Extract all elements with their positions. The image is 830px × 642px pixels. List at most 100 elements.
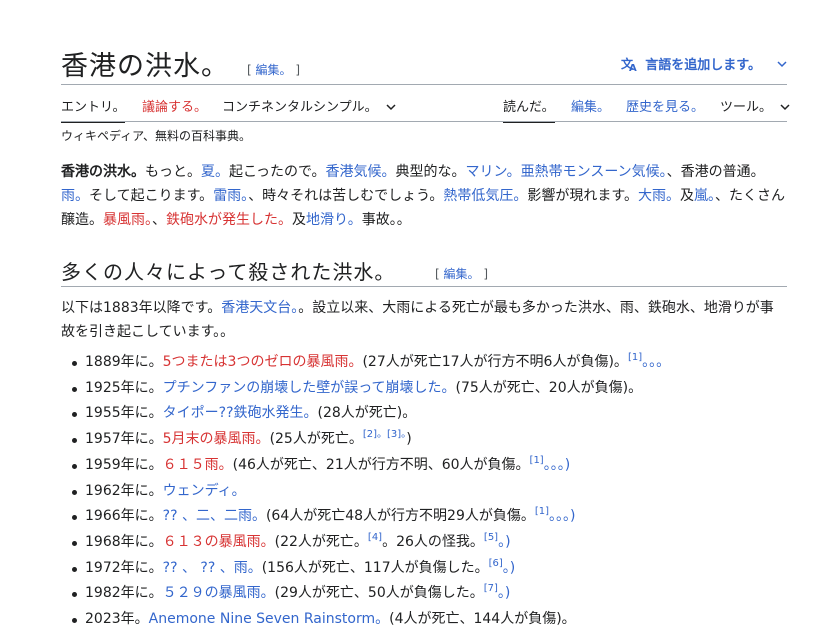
link-rainstorm[interactable]: 暴風雨。 <box>103 212 152 228</box>
event-desc-extra: 。26人の怪我。 <box>382 533 484 550</box>
event-desc: (64人が死亡48人が行方不明29人が負傷。 <box>265 508 535 525</box>
section-edit-link[interactable]: 編集。 <box>444 267 480 281</box>
link-hk-climate[interactable]: 香港気候。 <box>325 164 395 180</box>
bullet <box>72 412 77 418</box>
bullet <box>72 438 77 444</box>
event-tail: 。) <box>502 559 516 576</box>
event-link[interactable]: 5つまたは3つのゼロの暴風雨。 <box>163 354 363 370</box>
page-title: 香港の洪水。 <box>61 51 229 82</box>
event-link[interactable]: ウェンディ。 <box>163 483 246 499</box>
section-edit: [ 編集。 ] <box>435 267 489 281</box>
event-link[interactable]: ?? 、二、二雨。 <box>163 508 266 524</box>
reference-link[interactable]: [4] <box>368 532 382 543</box>
event-link[interactable]: ５２９の暴風雨。 <box>163 585 275 601</box>
event-desc: (46人が死亡、21人が行方不明、60人が負傷。 <box>232 456 530 473</box>
event-desc: (25人が死亡。 <box>269 431 363 448</box>
tab-read[interactable]: 読んだ。 <box>503 96 555 123</box>
reference-link[interactable]: [2]。[3]。 <box>363 429 406 440</box>
reference-link[interactable]: [1] <box>628 352 642 363</box>
link-heavy-rain[interactable]: 大雨。 <box>638 188 680 204</box>
bullet <box>72 566 77 572</box>
list-item: 1968年に。６１３の暴風雨。(22人が死亡。[4]。26人の怪我。[5]。) <box>61 530 787 556</box>
event-link[interactable]: ６１３の暴風雨。 <box>163 534 275 550</box>
title-edit-section: [ 編集。 ] <box>247 63 301 77</box>
event-link[interactable]: ６１５雨。 <box>163 457 233 473</box>
event-year: 1955年に。 <box>85 405 163 422</box>
list-item: 1955年に。タイポー??鉄砲水発生。(28人が死亡)。 <box>61 401 787 427</box>
intro-paragraph: 香港の洪水。もっと。夏。起こったので。香港気候。典型的な。マリン。亜熱帯モンスー… <box>61 164 785 228</box>
article-subject: 香港の洪水。 <box>61 164 145 180</box>
svg-text:A: A <box>629 63 637 72</box>
event-year: 1972年に。 <box>85 559 163 576</box>
event-year: 1959年に。 <box>85 456 163 473</box>
section-intro: 以下は1883年以降です。香港天文台。。設立以来、大雨による死亡が最も多かった洪… <box>61 300 774 340</box>
tab-history[interactable]: 歴史を見る。 <box>626 96 704 115</box>
title-edit-link[interactable]: 編集。 <box>256 63 292 77</box>
event-link[interactable]: ?? 、 ?? 、雨。 <box>163 560 262 576</box>
variant-label: コンチネンタルシンプル。 <box>222 100 378 115</box>
link-summer[interactable]: 夏。 <box>201 164 229 180</box>
link-flash-flood[interactable]: 鉄砲水が発生した。 <box>166 212 292 228</box>
bullet <box>72 540 77 546</box>
link-storm[interactable]: 嵐。 <box>694 188 715 204</box>
list-item: 1972年に。?? 、 ?? 、雨。(156人が死亡、117人が負傷した。[6]… <box>61 556 787 582</box>
event-year: 1925年に。 <box>85 379 163 396</box>
event-desc: (75人が死亡、20人が負傷)。 <box>455 379 643 396</box>
chevron-down-icon <box>777 57 787 71</box>
chevron-down-icon <box>780 101 790 114</box>
list-item: 1957年に。5月末の暴風雨。(25人が死亡。[2]。[3]。) <box>61 427 787 453</box>
event-tail: ) <box>406 431 412 448</box>
tools-label: ツール。 <box>720 100 773 115</box>
reference-link[interactable]: [7] <box>484 583 498 594</box>
link-marine[interactable]: マリン。 <box>465 164 520 180</box>
event-link[interactable]: タイポー??鉄砲水発生。 <box>163 405 318 421</box>
event-desc: (29人が死亡、50人が負傷した。 <box>274 585 484 602</box>
list-item: 1982年に。５２９の暴風雨。(29人が死亡、50人が負傷した。[7]。) <box>61 581 787 607</box>
list-item: 1962年に。ウェンディ。 <box>61 479 787 505</box>
link-tropical-cyclone[interactable]: 熱帯低気圧。 <box>443 188 527 204</box>
list-item: 1966年に。?? 、二、二雨。(64人が死亡48人が行方不明29人が負傷。[1… <box>61 504 787 530</box>
tab-edit[interactable]: 編集。 <box>571 96 610 115</box>
event-year: 2023年。 <box>85 611 149 628</box>
event-desc: (22人が死亡。 <box>274 533 368 550</box>
reference-link[interactable]: [1] <box>530 455 544 466</box>
tab-discuss[interactable]: 議論する。 <box>142 96 207 115</box>
add-languages-label: 言語を追加します。 <box>645 58 761 73</box>
event-tail: 。。。) <box>543 456 571 473</box>
add-languages-button[interactable]: 文 A 言語を追加します。 <box>621 54 787 73</box>
event-desc: (4人が死亡、144人が負傷)。 <box>389 611 576 628</box>
section-title: 多くの人々によって殺された洪水。 <box>61 260 396 284</box>
event-year: 1968年に。 <box>85 533 163 550</box>
event-tail: 。。。 <box>642 354 671 370</box>
tabs-divider <box>61 121 787 122</box>
reference-link[interactable]: [6] <box>489 558 503 569</box>
tab-tools[interactable]: ツール。 <box>720 96 790 115</box>
list-item: 1925年に。プチンファンの崩壊した壁が誤って崩壊した。(75人が死亡、20人が… <box>61 376 787 402</box>
link-monsoon[interactable]: 亜熱帯モンスーン気候。 <box>521 164 667 180</box>
page-tabs: エントリ。 議論する。 コンチネンタルシンプル。 読んだ。 編集。 歴史を見る。… <box>61 93 790 123</box>
list-item: 1889年に。5つまたは3つのゼロの暴風雨。(27人が死亡17人が行方不明6人が… <box>61 350 787 376</box>
link-landslide[interactable]: 地滑り。 <box>306 212 362 228</box>
list-item: 2023年。Anemone Nine Seven Rainstorm。(4人が死… <box>61 607 787 633</box>
title-row: 香港の洪水。 [ 編集。 ] 文 A 言語を追加します。 <box>61 44 787 84</box>
link-rain[interactable]: 雨。 <box>61 188 89 204</box>
site-tagline: ウィキペディア、無料の百科事典。 <box>61 129 251 143</box>
translate-icon: 文 A <box>621 56 637 72</box>
reference-link[interactable]: [5] <box>484 532 498 543</box>
title-divider <box>61 84 787 85</box>
link-thunderstorm[interactable]: 雷雨。 <box>213 188 248 204</box>
event-link[interactable]: プチンファンの崩壊した壁が誤って崩壊した。 <box>163 380 456 396</box>
event-tail: 。) <box>498 533 511 550</box>
event-link[interactable]: 5月末の暴風雨。 <box>163 431 270 447</box>
reference-link[interactable]: [1] <box>535 506 549 517</box>
event-year: 1966年に。 <box>85 508 163 525</box>
tab-variant[interactable]: コンチネンタルシンプル。 <box>222 96 396 115</box>
event-desc: (28人が死亡)。 <box>317 405 417 422</box>
tab-entry[interactable]: エントリ。 <box>61 96 126 123</box>
link-observatory[interactable]: 香港天文台。 <box>221 300 298 316</box>
event-link[interactable]: Anemone Nine Seven Rainstorm。 <box>149 611 389 627</box>
bullet <box>72 361 77 366</box>
event-year: 1982年に。 <box>85 585 163 602</box>
bullet <box>72 592 77 598</box>
section-heading: 多くの人々によって殺された洪水。 [ 編集。 ] <box>61 256 787 287</box>
